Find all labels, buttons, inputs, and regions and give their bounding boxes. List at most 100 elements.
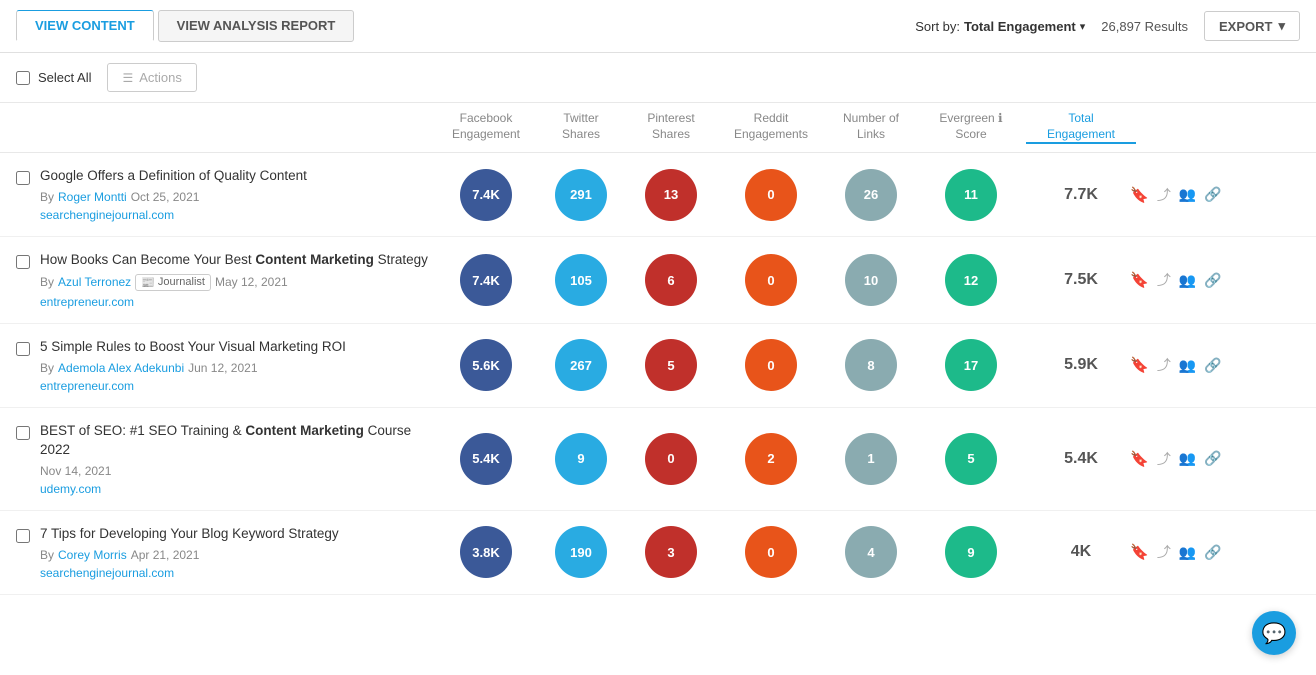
total-value: 5.4K bbox=[1064, 450, 1098, 468]
pinterest-metric: 0 bbox=[626, 433, 716, 485]
links-metric: 26 bbox=[826, 169, 916, 221]
author-link[interactable]: Azul Terronez bbox=[58, 275, 131, 289]
pinterest-metric: 5 bbox=[626, 339, 716, 391]
table-row: BEST of SEO: #1 SEO Training & Content M… bbox=[0, 408, 1316, 511]
total-value: 4K bbox=[1071, 543, 1091, 561]
pinterest-metric: 6 bbox=[626, 254, 716, 306]
article-info: 5 Simple Rules to Boost Your Visual Mark… bbox=[40, 338, 436, 393]
sort-value: Total Engagement bbox=[964, 19, 1076, 34]
reddit-metric: 0 bbox=[716, 339, 826, 391]
people-icon[interactable]: 👥 bbox=[1179, 450, 1196, 467]
reddit-circle: 0 bbox=[745, 526, 797, 578]
reddit-metric: 0 bbox=[716, 254, 826, 306]
people-icon[interactable]: 👥 bbox=[1179, 357, 1196, 374]
twitter-metric: 9 bbox=[536, 433, 626, 485]
select-all-checkbox[interactable] bbox=[16, 71, 30, 85]
domain-link[interactable]: searchenginejournal.com bbox=[40, 208, 174, 222]
article-info: How Books Can Become Your Best Content M… bbox=[40, 251, 436, 309]
pinterest-metric: 3 bbox=[626, 526, 716, 578]
actions-menu-icon: ☰ bbox=[122, 71, 133, 85]
row-checkbox[interactable] bbox=[16, 529, 30, 543]
bookmark-icon[interactable]: 🔖 bbox=[1130, 271, 1149, 289]
sort-by[interactable]: Sort by: Total Engagement ▾ bbox=[915, 19, 1085, 34]
article-cell: How Books Can Become Your Best Content M… bbox=[16, 251, 436, 309]
article-title: Google Offers a Definition of Quality Co… bbox=[40, 167, 436, 186]
row-checkbox[interactable] bbox=[16, 342, 30, 356]
twitter-metric: 267 bbox=[536, 339, 626, 391]
col-header-facebook: FacebookEngagement bbox=[436, 111, 536, 144]
link-icon[interactable]: 🔗 bbox=[1204, 357, 1221, 374]
evergreen-metric: 17 bbox=[916, 339, 1026, 391]
tab-view-content[interactable]: VIEW CONTENT bbox=[16, 10, 154, 42]
reddit-circle: 0 bbox=[745, 254, 797, 306]
bookmark-icon[interactable]: 🔖 bbox=[1130, 186, 1149, 204]
bookmark-icon[interactable]: 🔖 bbox=[1130, 356, 1149, 374]
twitter-circle: 105 bbox=[555, 254, 607, 306]
domain-link[interactable]: udemy.com bbox=[40, 482, 101, 496]
sort-label: Sort by: bbox=[915, 19, 960, 34]
reddit-circle: 0 bbox=[745, 169, 797, 221]
article-title: 5 Simple Rules to Boost Your Visual Mark… bbox=[40, 338, 436, 357]
pinterest-circle: 13 bbox=[645, 169, 697, 221]
article-meta: By Roger Montti Oct 25, 2021 bbox=[40, 190, 436, 204]
links-circle: 26 bbox=[845, 169, 897, 221]
article-info: Google Offers a Definition of Quality Co… bbox=[40, 167, 436, 222]
row-actions: 🔖 ⤴ 👥 🔗 bbox=[1136, 185, 1216, 205]
author-link[interactable]: Corey Morris bbox=[58, 548, 127, 562]
link-icon[interactable]: 🔗 bbox=[1204, 544, 1221, 561]
links-circle: 1 bbox=[845, 433, 897, 485]
total-engagement: 7.5K bbox=[1026, 271, 1136, 289]
people-icon[interactable]: 👥 bbox=[1179, 544, 1196, 561]
tab-view-analysis[interactable]: VIEW ANALYSIS REPORT bbox=[158, 10, 355, 42]
table-row: How Books Can Become Your Best Content M… bbox=[0, 237, 1316, 324]
domain-link[interactable]: entrepreneur.com bbox=[40, 379, 134, 393]
link-icon[interactable]: 🔗 bbox=[1204, 272, 1221, 289]
share-icon[interactable]: ⤴ bbox=[1157, 355, 1171, 375]
link-icon[interactable]: 🔗 bbox=[1204, 186, 1221, 203]
row-checkbox[interactable] bbox=[16, 171, 30, 185]
domain-link[interactable]: searchenginejournal.com bbox=[40, 566, 174, 580]
row-checkbox[interactable] bbox=[16, 426, 30, 440]
col-header-pinterest: PinterestShares bbox=[626, 111, 716, 144]
facebook-circle: 5.4K bbox=[460, 433, 512, 485]
evergreen-circle: 11 bbox=[945, 169, 997, 221]
col-header-total[interactable]: TotalEngagement bbox=[1026, 111, 1136, 144]
chat-bubble[interactable]: 💬 bbox=[1252, 611, 1296, 655]
actions-button[interactable]: ☰ Actions bbox=[107, 63, 196, 92]
reddit-circle: 0 bbox=[745, 339, 797, 391]
links-metric: 1 bbox=[826, 433, 916, 485]
evergreen-metric: 5 bbox=[916, 433, 1026, 485]
chat-icon: 💬 bbox=[1262, 621, 1287, 646]
link-icon[interactable]: 🔗 bbox=[1204, 450, 1221, 467]
bookmark-icon[interactable]: 🔖 bbox=[1130, 450, 1149, 468]
row-checkbox[interactable] bbox=[16, 255, 30, 269]
bookmark-icon[interactable]: 🔖 bbox=[1130, 543, 1149, 561]
share-icon[interactable]: ⤴ bbox=[1157, 185, 1171, 205]
facebook-circle: 3.8K bbox=[460, 526, 512, 578]
domain-link[interactable]: entrepreneur.com bbox=[40, 295, 134, 309]
chevron-down-icon: ▾ bbox=[1080, 20, 1086, 33]
col-header-evergreen: Evergreen ℹScore bbox=[916, 111, 1026, 144]
evergreen-circle: 5 bbox=[945, 433, 997, 485]
table-row: 5 Simple Rules to Boost Your Visual Mark… bbox=[0, 324, 1316, 408]
people-icon[interactable]: 👥 bbox=[1179, 186, 1196, 203]
share-icon[interactable]: ⤴ bbox=[1157, 449, 1171, 469]
author-link[interactable]: Ademola Alex Adekunbi bbox=[58, 361, 184, 375]
total-value: 5.9K bbox=[1064, 356, 1098, 374]
people-icon[interactable]: 👥 bbox=[1179, 272, 1196, 289]
share-icon[interactable]: ⤴ bbox=[1157, 270, 1171, 290]
author-link[interactable]: Roger Montti bbox=[58, 190, 127, 204]
share-icon[interactable]: ⤴ bbox=[1157, 542, 1171, 562]
total-engagement: 4K bbox=[1026, 543, 1136, 561]
total-value: 7.7K bbox=[1064, 186, 1098, 204]
facebook-circle: 5.6K bbox=[460, 339, 512, 391]
links-circle: 4 bbox=[845, 526, 897, 578]
twitter-circle: 9 bbox=[555, 433, 607, 485]
export-chevron-icon: ▾ bbox=[1278, 18, 1285, 34]
total-value: 7.5K bbox=[1064, 271, 1098, 289]
pinterest-circle: 0 bbox=[645, 433, 697, 485]
twitter-circle: 267 bbox=[555, 339, 607, 391]
export-button[interactable]: EXPORT ▾ bbox=[1204, 11, 1300, 41]
links-metric: 8 bbox=[826, 339, 916, 391]
links-circle: 8 bbox=[845, 339, 897, 391]
